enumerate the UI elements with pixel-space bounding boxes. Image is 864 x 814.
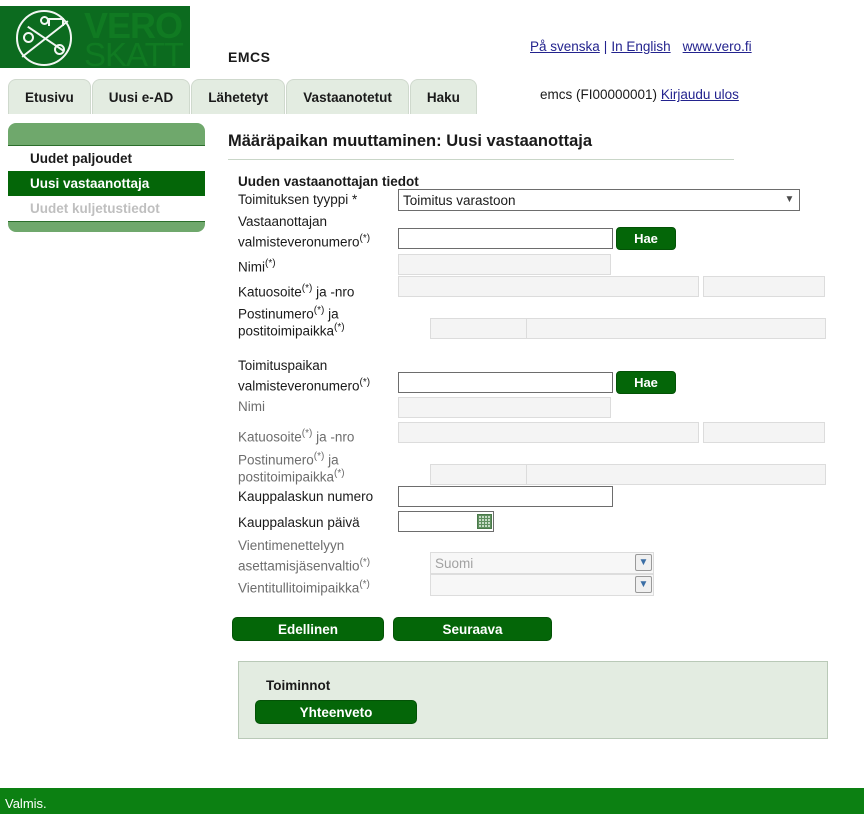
delivery-type-select[interactable]: Toimitus varastoon [398,189,800,211]
next-button[interactable]: Seuraava [393,617,552,641]
city-1-input [526,318,826,339]
section-title: Uuden vastaanottajan tiedot [238,174,419,189]
calendar-icon[interactable] [477,514,492,529]
label-street-2: Katuosoite(*) ja -nro [238,428,355,445]
label-postcode-2-l2: postitoimipaikka(*) [238,468,345,485]
tab-lahetetyt[interactable]: Lähetetyt [191,79,286,114]
label-name-2: Nimi [238,399,265,414]
label-consignee-excise-l2: valmisteveronumero(*) [238,233,371,250]
main-content: Määräpaikan muuttaminen: Uusi vastaanott… [228,132,856,189]
tab-haku[interactable]: Haku [409,79,477,114]
sidebar-item-uudet-kuljetustiedot: Uudet kuljetustiedot [8,196,205,221]
street-1-input [398,276,699,297]
tab-uusi-e-ad[interactable]: Uusi e-AD [91,79,191,114]
sidebar-item-uusi-vastaanottaja[interactable]: Uusi vastaanottaja [8,171,205,196]
street-2-input [398,422,699,443]
export-office-select [430,574,654,596]
label-street-1: Katuosoite(*) ja -nro [238,283,355,300]
user-session-line: emcs (FI00000001) Kirjaudu ulos [540,87,739,102]
user-identity-text: emcs (FI00000001) [540,87,658,102]
status-text: Valmis. [5,796,47,811]
place-search-button[interactable]: Hae [616,371,676,394]
export-state-select: Suomi [430,552,654,574]
page-title: Määräpaikan muuttaminen: Uusi vastaanott… [228,132,734,160]
label-invoice-date: Kauppalaskun päivä [238,515,360,530]
name-1-input [398,254,611,275]
language-links: På svenska | In English www.vero.fi [530,39,752,54]
street-number-2-input [703,422,825,443]
link-separator: | [603,39,608,54]
status-bar: Valmis. [0,788,864,814]
place-excise-input[interactable] [398,372,613,393]
tab-etusivu[interactable]: Etusivu [8,79,91,114]
link-vero-fi[interactable]: www.vero.fi [683,39,752,54]
label-consignee-excise-l1: Vastaanottajan [238,214,328,229]
summary-button[interactable]: Yhteenveto [255,700,417,724]
city-2-input [526,464,826,485]
consignee-search-button[interactable]: Hae [616,227,676,250]
label-export-state-l1: Vientimenettelyyn [238,538,345,553]
label-delivery-type: Toimituksen tyyppi * [238,192,358,207]
label-export-state-l2: asettamisjäsenvaltio(*) [238,557,371,574]
main-tabbar: Etusivu Uusi e-AD Lähetetyt Vastaanotetu… [8,78,478,114]
tab-vastaanotetut[interactable]: Vastaanotetut [286,79,409,114]
link-english[interactable]: In English [611,39,670,54]
invoice-number-input[interactable] [398,486,613,507]
link-swedish[interactable]: På svenska [530,39,600,54]
logout-link[interactable]: Kirjaudu ulos [661,87,739,102]
label-place-excise-l2: valmisteveronumero(*) [238,377,371,394]
label-place-excise-l1: Toimituspaikan [238,358,328,373]
name-2-input [398,397,611,418]
label-postcode-1-l2: postitoimipaikka(*) [238,322,345,339]
optional-marker: (*) [359,233,371,244]
logo-text-skatt: SKATT [84,36,184,73]
label-invoice-number: Kauppalaskun numero [238,489,374,504]
consignee-excise-input[interactable] [398,228,613,249]
previous-button[interactable]: Edellinen [232,617,384,641]
sidebar-list: Uudet paljoudet Uusi vastaanottaja Uudet… [8,145,205,222]
actions-panel-title: Toiminnot [266,678,331,693]
label-export-office: Vientitullitoimipaikka(*) [238,579,370,596]
street-number-1-input [703,276,825,297]
sidebar-item-uudet-paljoudet[interactable]: Uudet paljoudet [8,146,205,171]
app-name-label: EMCS [228,49,271,65]
label-name-1: Nimi(*) [238,258,276,275]
left-sidebar: Uudet paljoudet Uusi vastaanottaja Uudet… [8,123,205,232]
emcs-page: VERO SKATT EMCS På svenska | In English www… [0,6,864,814]
vero-crest-icon [16,10,72,66]
